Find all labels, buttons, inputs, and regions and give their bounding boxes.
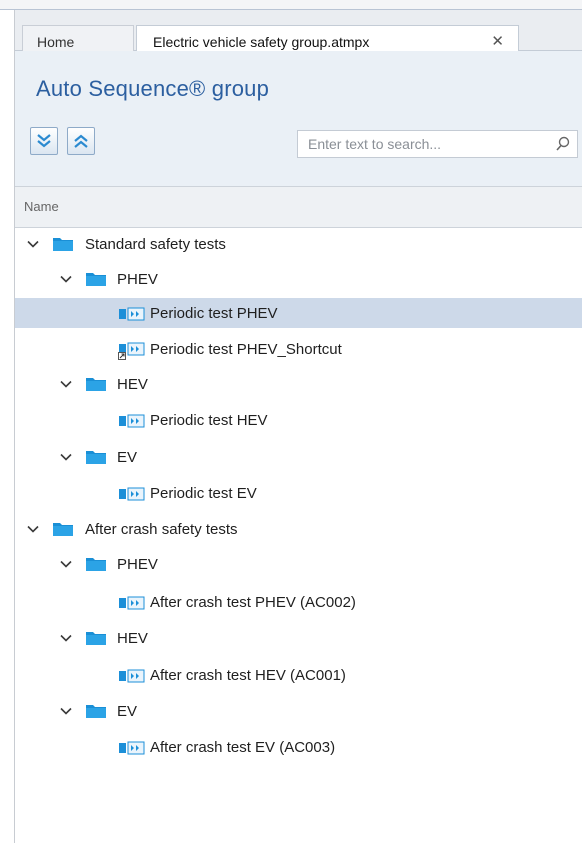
tab-bar: Home Electric vehicle safety group.atmpx… <box>15 10 582 60</box>
folder-icon <box>52 521 74 537</box>
auto-sequence-icon <box>118 487 145 501</box>
tree-node-label: PHEV <box>117 271 158 288</box>
window-top-strip <box>0 0 582 10</box>
double-chevron-down-icon <box>37 134 51 148</box>
search-icon[interactable] <box>555 136 571 152</box>
search-input[interactable] <box>298 131 548 157</box>
folder-icon <box>52 236 74 252</box>
panel-header: Auto Sequence® group <box>15 51 582 186</box>
page-title: Auto Sequence® group <box>36 76 270 101</box>
tree-item-after-crash-test-hev[interactable]: After crash test HEV (AC001) <box>15 660 582 690</box>
tree-node-after-crash-hev[interactable]: HEV <box>15 623 582 653</box>
tree-item-after-crash-test-ev[interactable]: After crash test EV (AC003) <box>15 732 582 762</box>
folder-icon <box>85 630 107 646</box>
collapse-all-button[interactable] <box>67 127 95 155</box>
chevron-down-icon[interactable] <box>59 631 73 645</box>
tree-item-periodic-test-ev[interactable]: Periodic test EV <box>15 478 582 508</box>
tree-node-label: Standard safety tests <box>85 236 226 253</box>
tree-item-label: After crash test HEV (AC001) <box>150 667 346 684</box>
chevron-down-icon[interactable] <box>26 237 40 251</box>
tree-item-label: After crash test EV (AC003) <box>150 739 336 756</box>
folder-icon <box>85 703 107 719</box>
tree-item-label: Periodic test PHEV_Shortcut <box>150 341 342 358</box>
tab-active-label: Electric vehicle safety group.atmpx <box>153 34 370 50</box>
tree-node-standard-hev[interactable]: HEV <box>15 369 582 399</box>
chevron-down-icon[interactable] <box>59 704 73 718</box>
auto-sequence-icon <box>118 741 145 755</box>
expand-all-button[interactable] <box>30 127 58 155</box>
tree-item-periodic-test-phev-shortcut[interactable]: Periodic test PHEV_Shortcut <box>15 334 582 364</box>
tree-node-standard-safety-tests[interactable]: Standard safety tests <box>15 229 582 259</box>
search-field[interactable] <box>297 130 578 158</box>
tree-node-label: PHEV <box>117 556 158 573</box>
tree-node-label: HEV <box>117 630 148 647</box>
tree-node-standard-ev[interactable]: EV <box>15 442 582 472</box>
tree-item-label: Periodic test HEV <box>150 412 268 429</box>
auto-sequence-icon <box>118 414 145 428</box>
tree-node-after-crash-phev[interactable]: PHEV <box>15 549 582 579</box>
folder-icon <box>85 271 107 287</box>
name-column-header[interactable]: Name <box>15 186 582 228</box>
tree-node-label: EV <box>117 703 138 720</box>
tab-home-label: Home <box>37 34 75 50</box>
folder-icon <box>85 449 107 465</box>
tree-item-periodic-test-phev[interactable]: Periodic test PHEV <box>15 298 582 328</box>
folder-icon <box>85 556 107 572</box>
tree-item-label: After crash test PHEV (AC002) <box>150 594 356 611</box>
chevron-down-icon[interactable] <box>59 377 73 391</box>
name-column-label: Name <box>24 199 59 214</box>
tree-node-after-crash-safety-tests[interactable]: After crash safety tests <box>15 514 582 544</box>
auto-sequence-icon <box>118 596 145 610</box>
tree-node-label: EV <box>117 449 138 466</box>
tree-item-label: Periodic test PHEV <box>150 305 278 322</box>
chevron-down-icon[interactable] <box>59 557 73 571</box>
auto-sequence-shortcut-icon <box>118 342 145 360</box>
tree-item-label: Periodic test EV <box>150 485 257 502</box>
double-chevron-up-icon <box>74 134 88 148</box>
folder-icon <box>85 376 107 392</box>
auto-sequence-icon <box>118 307 145 321</box>
tree-node-label: After crash safety tests <box>85 521 238 538</box>
tree-item-periodic-test-hev[interactable]: Periodic test HEV <box>15 405 582 435</box>
chevron-down-icon[interactable] <box>59 450 73 464</box>
tree-node-label: HEV <box>117 376 148 393</box>
tree-node-after-crash-ev[interactable]: EV <box>15 696 582 726</box>
auto-sequence-icon <box>118 669 145 683</box>
tree-item-after-crash-test-phev[interactable]: After crash test PHEV (AC002) <box>15 587 582 617</box>
chevron-down-icon[interactable] <box>26 522 40 536</box>
chevron-down-icon[interactable] <box>59 272 73 286</box>
tree-node-standard-phev[interactable]: PHEV <box>15 264 582 294</box>
